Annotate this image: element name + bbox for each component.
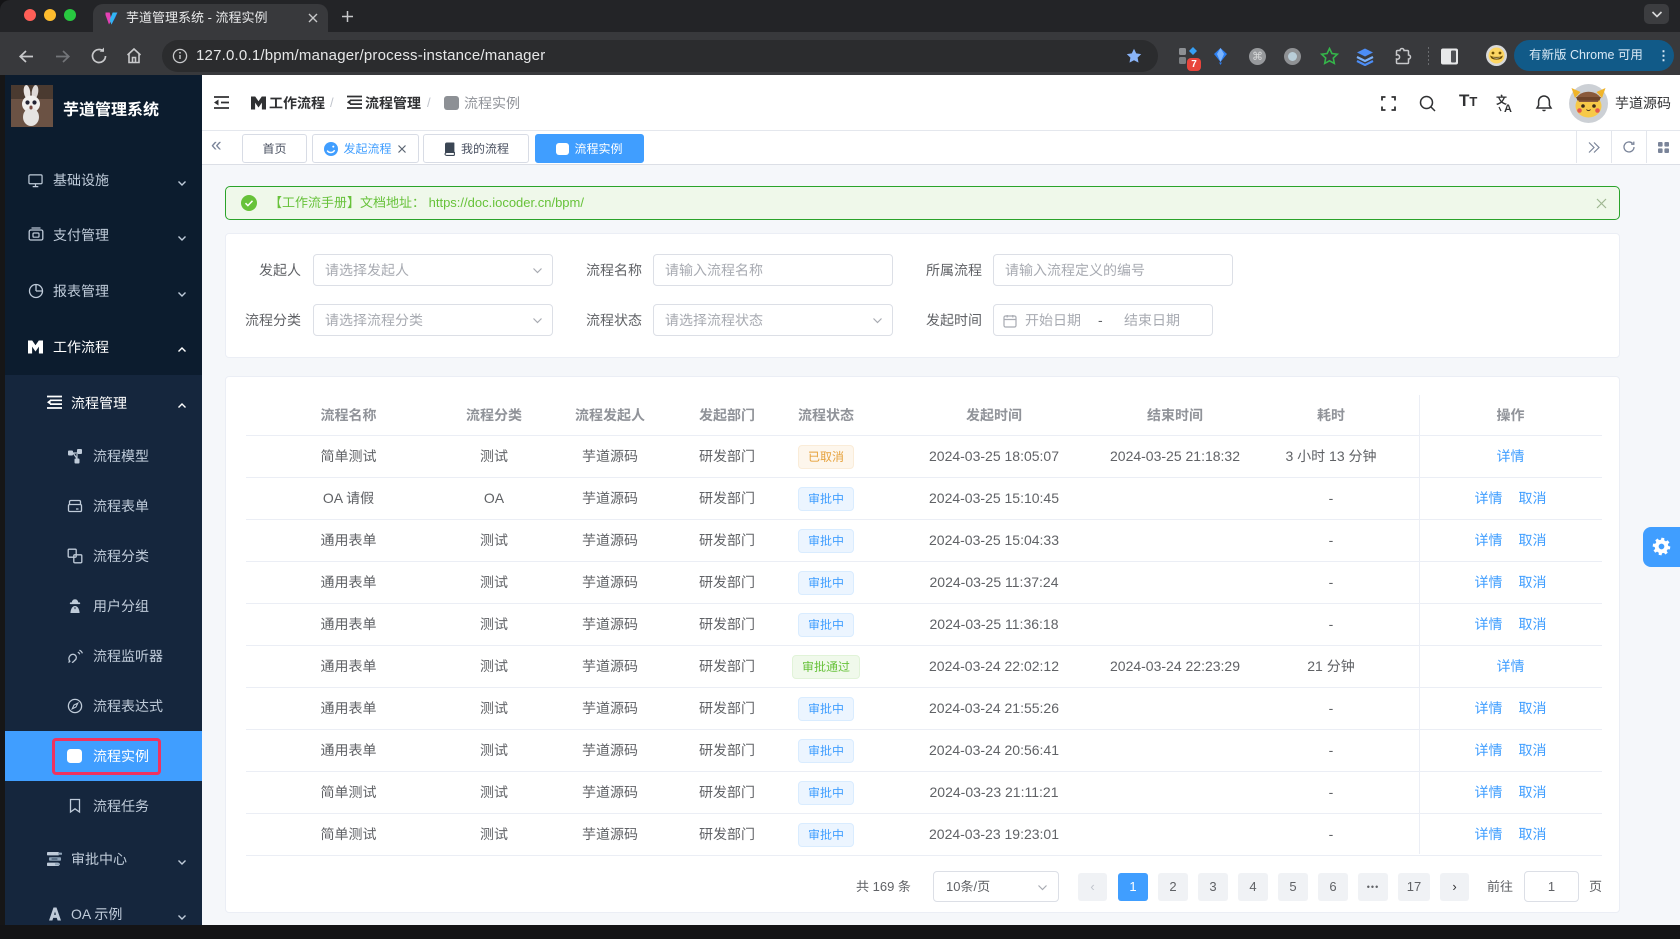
svg-text:A: A [1504, 103, 1512, 113]
